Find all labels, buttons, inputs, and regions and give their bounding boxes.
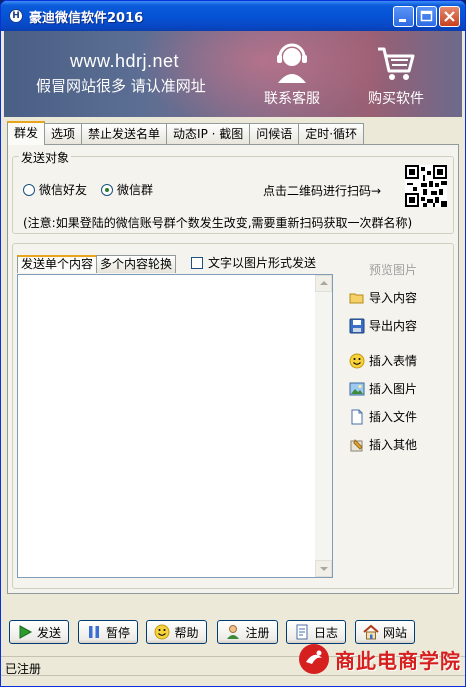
send-label: 发送 bbox=[36, 625, 61, 640]
minimize-button[interactable] bbox=[393, 6, 414, 27]
tab-schedule[interactable]: 定时·循环 bbox=[298, 123, 365, 145]
send-target-group: 发送对象 微信好友 微信群 点击二维码进行扫码→ (注意:如果登陆的微信账号群个… bbox=[12, 149, 454, 234]
preview-image-label: 预览图片 bbox=[369, 263, 418, 277]
tab-single-content[interactable]: 发送单个内容 bbox=[17, 255, 98, 273]
close-icon bbox=[444, 11, 455, 22]
tab-block-list[interactable]: 禁止发送名单 bbox=[81, 123, 168, 145]
watermark-text: 商此电商学院 bbox=[335, 648, 461, 673]
log-document-icon bbox=[296, 624, 308, 640]
preview-image-button[interactable]: 预览图片 bbox=[369, 261, 417, 278]
banner-url[interactable]: www.hdrj.net bbox=[70, 51, 179, 72]
file-icon bbox=[351, 409, 363, 424]
insert-file-button[interactable]: 插入文件 bbox=[349, 408, 417, 425]
import-content-button[interactable]: 导入内容 bbox=[349, 289, 417, 306]
checkbox-box[interactable] bbox=[191, 256, 203, 269]
message-textarea[interactable] bbox=[17, 274, 333, 578]
import-content-label: 导入内容 bbox=[369, 291, 418, 305]
tab-dynamic-ip[interactable]: 动态IP · 截图 bbox=[166, 123, 251, 145]
contact-support-link[interactable]: 联系客服 bbox=[252, 41, 332, 108]
insert-image-label: 插入图片 bbox=[369, 382, 418, 396]
main-tabs: 群发 选项 禁止发送名单 动态IP · 截图 问候语 定时·循环 bbox=[7, 121, 365, 145]
radio-wechat-groups[interactable]: 微信群 bbox=[101, 181, 153, 198]
maximize-icon bbox=[420, 10, 433, 22]
attachment-icon bbox=[350, 438, 363, 451]
content-group: 发送单个内容 多个内容轮换 文字以图片形式发送 预览图片 导入内容 导出内容 插… bbox=[12, 243, 454, 589]
floppy-disk-icon bbox=[349, 318, 365, 333]
insert-emoji-button[interactable]: 插入表情 bbox=[349, 352, 417, 369]
app-window: H 豪迪微信软件2016 www.hdrj.net 假冒网站很多 请认准网址 联… bbox=[0, 0, 466, 687]
tab-mass-send[interactable]: 群发 bbox=[7, 121, 46, 145]
export-content-label: 导出内容 bbox=[369, 319, 418, 333]
action-button-bar: 发送 暂停 帮助 注册 日志 网站 bbox=[9, 620, 459, 644]
export-content-button[interactable]: 导出内容 bbox=[349, 317, 417, 334]
radio-friends-label: 微信好友 bbox=[39, 183, 88, 197]
banner-tagline: 假冒网站很多 请认准网址 bbox=[36, 77, 206, 95]
tab-panel-mass-send: 发送对象 微信好友 微信群 点击二维码进行扫码→ (注意:如果登陆的微信账号群个… bbox=[7, 144, 459, 594]
smiley-icon bbox=[349, 353, 365, 368]
insert-image-button[interactable]: 插入图片 bbox=[349, 380, 417, 397]
buy-software-label: 购买软件 bbox=[368, 91, 424, 107]
buy-software-link[interactable]: 购买软件 bbox=[356, 41, 436, 108]
log-button[interactable]: 日志 bbox=[286, 620, 346, 644]
pause-button[interactable]: 暂停 bbox=[78, 620, 138, 644]
pause-icon bbox=[88, 626, 99, 638]
log-label: 日志 bbox=[313, 625, 338, 640]
notice-text: (注意:如果登陆的微信账号群个数发生改变,需要重新扫码获取一次群名称) bbox=[23, 216, 413, 230]
send-target-title: 发送对象 bbox=[19, 149, 72, 166]
checkbox-label: 文字以图片形式发送 bbox=[208, 256, 317, 270]
insert-other-label: 插入其他 bbox=[369, 438, 418, 452]
watermark-logo-icon bbox=[299, 644, 329, 674]
text-as-image-checkbox[interactable]: 文字以图片形式发送 bbox=[191, 254, 316, 271]
send-button[interactable]: 发送 bbox=[9, 620, 69, 644]
textarea-scrollbar[interactable] bbox=[315, 275, 332, 577]
help-button[interactable]: 帮助 bbox=[146, 620, 207, 644]
customer-service-icon bbox=[277, 43, 307, 83]
radio-friends-dot[interactable] bbox=[23, 183, 35, 196]
qr-code-icon[interactable] bbox=[405, 165, 447, 207]
play-icon bbox=[19, 625, 33, 639]
tab-multi-content[interactable]: 多个内容轮换 bbox=[96, 255, 177, 273]
maximize-button[interactable] bbox=[416, 6, 437, 27]
minimize-icon bbox=[399, 19, 406, 22]
pause-label: 暂停 bbox=[105, 625, 130, 640]
insert-other-button[interactable]: 插入其他 bbox=[349, 436, 417, 453]
website-button[interactable]: 网站 bbox=[355, 620, 415, 644]
home-icon bbox=[363, 624, 379, 640]
smiley-help-icon bbox=[154, 624, 170, 640]
website-label: 网站 bbox=[382, 625, 407, 640]
window-title: 豪迪微信软件2016 bbox=[29, 10, 144, 26]
folder-icon bbox=[349, 293, 364, 303]
help-label: 帮助 bbox=[174, 625, 199, 640]
scroll-up-button[interactable] bbox=[315, 275, 332, 292]
content-tabs: 发送单个内容 多个内容轮换 bbox=[17, 255, 177, 273]
register-button[interactable]: 注册 bbox=[217, 620, 278, 644]
radio-groups-label: 微信群 bbox=[117, 183, 154, 197]
shopping-cart-icon bbox=[378, 47, 415, 80]
title-bar[interactable]: H 豪迪微信软件2016 bbox=[1, 1, 465, 31]
user-icon bbox=[227, 625, 240, 639]
scroll-down-button[interactable] bbox=[315, 560, 332, 577]
banner: www.hdrj.net 假冒网站很多 请认准网址 联系客服 购买软件 bbox=[4, 31, 462, 117]
insert-emoji-label: 插入表情 bbox=[369, 354, 418, 368]
radio-groups-dot[interactable] bbox=[101, 183, 113, 196]
contact-support-label: 联系客服 bbox=[264, 91, 320, 107]
app-icon[interactable]: H bbox=[9, 9, 23, 23]
register-label: 注册 bbox=[245, 625, 270, 640]
window-controls bbox=[393, 6, 460, 27]
close-button[interactable] bbox=[439, 6, 460, 27]
tab-greeting[interactable]: 问候语 bbox=[249, 123, 300, 145]
picture-icon bbox=[349, 382, 365, 395]
tab-options[interactable]: 选项 bbox=[44, 123, 83, 145]
radio-wechat-friends[interactable]: 微信好友 bbox=[23, 181, 87, 198]
watermark: 商此电商学院 bbox=[297, 642, 461, 676]
qr-hint: 点击二维码进行扫码→ bbox=[262, 184, 381, 198]
insert-file-label: 插入文件 bbox=[369, 410, 418, 424]
